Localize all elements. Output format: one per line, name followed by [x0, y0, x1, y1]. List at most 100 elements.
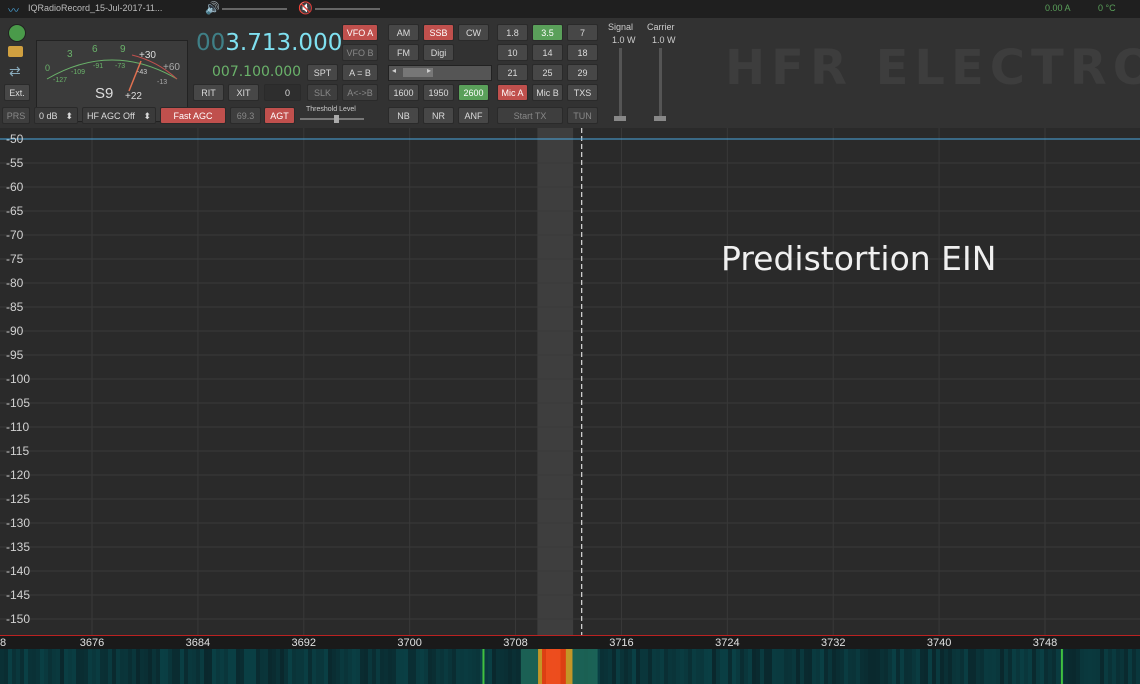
band-18-button[interactable]: 18: [567, 44, 598, 61]
bandwidth-2600-button[interactable]: 2600: [458, 84, 489, 101]
waterfall-cell: [492, 649, 496, 684]
rit-button[interactable]: RIT: [193, 84, 224, 101]
waterfall-cell: [1136, 649, 1140, 684]
filter-right-arrow-icon[interactable]: ▸: [427, 66, 431, 75]
power-icon[interactable]: [8, 24, 26, 42]
waterfall-cell: [956, 649, 960, 684]
vfo-a-button[interactable]: VFO A: [342, 24, 378, 41]
waterfall-cell: [728, 649, 732, 684]
speaker-icon[interactable]: 🔊: [205, 1, 220, 15]
sub-volume-slider[interactable]: [315, 8, 380, 10]
xit-button[interactable]: XIT: [228, 84, 259, 101]
sub-frequency[interactable]: 007.100.000: [212, 64, 301, 80]
waterfall-cell: [100, 649, 104, 684]
band-3.5-button[interactable]: 3.5: [532, 24, 563, 41]
prs-button[interactable]: PRS: [2, 107, 30, 124]
main-frequency-leading: 00: [196, 30, 226, 56]
threshold-slider-thumb[interactable]: [334, 115, 339, 123]
filter-slider[interactable]: ◂ ▸: [388, 65, 492, 81]
waterfall-display[interactable]: [0, 649, 1140, 684]
gain-select[interactable]: 0 dB ⬍: [34, 107, 78, 124]
mic-a-button[interactable]: Mic A: [497, 84, 528, 101]
band-21-button[interactable]: 21: [497, 64, 528, 81]
start-tx-button[interactable]: Start TX: [497, 107, 563, 124]
waterfall-cell: [968, 649, 972, 684]
brand-watermark: HFR ELECTRO: [725, 40, 1140, 96]
waterfall-cell: [872, 649, 876, 684]
carrier-slider[interactable]: [659, 48, 662, 120]
spectrum-plot[interactable]: [0, 128, 1140, 635]
signal-slider[interactable]: [619, 48, 622, 120]
y-axis-label: -135: [6, 540, 31, 554]
slk-button[interactable]: SLK: [307, 84, 338, 101]
mic-b-button[interactable]: Mic B: [532, 84, 563, 101]
waterfall-cell: [856, 649, 860, 684]
waterfall-plot[interactable]: [0, 649, 1140, 684]
waterfall-cell: [456, 649, 460, 684]
carrier-slider-thumb[interactable]: [654, 116, 666, 121]
mode-am-button[interactable]: AM: [388, 24, 419, 41]
waterfall-cell: [400, 649, 404, 684]
spt-button[interactable]: SPT: [307, 64, 338, 81]
mode-ssb-button[interactable]: SSB: [423, 24, 454, 41]
waterfall-cell: [1064, 649, 1068, 684]
signal-slider-thumb[interactable]: [614, 116, 626, 121]
waterfall-cell: [200, 649, 204, 684]
agc-select-arrow-icon: ⬍: [143, 111, 151, 121]
meter-scale-0: 0: [45, 63, 51, 73]
band-29-button[interactable]: 29: [567, 64, 598, 81]
waterfall-cell: [1084, 649, 1088, 684]
bandwidth-1600-button[interactable]: 1600: [388, 84, 419, 101]
band-10-button[interactable]: 10: [497, 44, 528, 61]
volume-slider[interactable]: [222, 8, 287, 10]
fast-agc-button[interactable]: Fast AGC: [160, 107, 226, 124]
vfo-b-button[interactable]: VFO B: [342, 44, 378, 61]
waterfall-cell: [224, 649, 228, 684]
rit-offset-stepper[interactable]: 0: [264, 84, 301, 101]
waterfall-cell: [148, 649, 152, 684]
waterfall-cell: [804, 649, 808, 684]
band-1.8-button[interactable]: 1.8: [497, 24, 528, 41]
bandwidth-1950-button[interactable]: 1950: [423, 84, 454, 101]
agc-select[interactable]: HF AGC Off ⬍: [82, 107, 156, 124]
agc-select-value: HF AGC Off: [87, 111, 135, 121]
waterfall-cell: [156, 649, 160, 684]
waterfall-cell: [188, 649, 192, 684]
waterfall-cell: [216, 649, 220, 684]
tun-button[interactable]: TUN: [567, 107, 598, 124]
nr-button[interactable]: NR: [423, 107, 454, 124]
a-equals-b-button[interactable]: A = B: [342, 64, 378, 81]
waterfall-cell: [816, 649, 820, 684]
waterfall-cell: [404, 649, 408, 684]
agt-button[interactable]: AGT: [264, 107, 295, 124]
waterfall-cell: [256, 649, 260, 684]
waterfall-cell: [784, 649, 788, 684]
anf-button[interactable]: ANF: [458, 107, 489, 124]
band-14-button[interactable]: 14: [532, 44, 563, 61]
nb-button[interactable]: NB: [388, 107, 419, 124]
waterfall-cell: [324, 649, 328, 684]
ext-button[interactable]: Ext.: [4, 84, 30, 101]
band-25-button[interactable]: 25: [532, 64, 563, 81]
threshold-slider[interactable]: [300, 118, 364, 120]
waterfall-cell: [988, 649, 992, 684]
band-7-button[interactable]: 7: [567, 24, 598, 41]
a-swap-b-button[interactable]: A<->B: [342, 84, 378, 101]
main-frequency[interactable]: 003.713.000: [196, 30, 342, 56]
waterfall-cell: [384, 649, 388, 684]
mode-fm-button[interactable]: FM: [388, 44, 419, 61]
waterfall-cell: [180, 649, 184, 684]
folder-icon[interactable]: [8, 46, 23, 57]
mute-icon[interactable]: 🔇: [298, 1, 313, 15]
mode-cw-button[interactable]: CW: [458, 24, 489, 41]
waterfall-cell: [736, 649, 740, 684]
txs-button[interactable]: TXS: [567, 84, 598, 101]
y-axis-label: -80: [6, 276, 24, 290]
waterfall-cell: [996, 649, 1000, 684]
waterfall-cell: [428, 649, 432, 684]
mode-digi-button[interactable]: Digi: [423, 44, 454, 61]
spectrum-display[interactable]: -50 -55 -60 -65 -70 -75 -80 -85 -90 -95 -100 -105 -1…: [0, 128, 1140, 635]
filter-left-arrow-icon[interactable]: ◂: [392, 66, 396, 75]
sync-icon[interactable]: ⇄: [9, 63, 21, 80]
waterfall-cell: [704, 649, 708, 684]
